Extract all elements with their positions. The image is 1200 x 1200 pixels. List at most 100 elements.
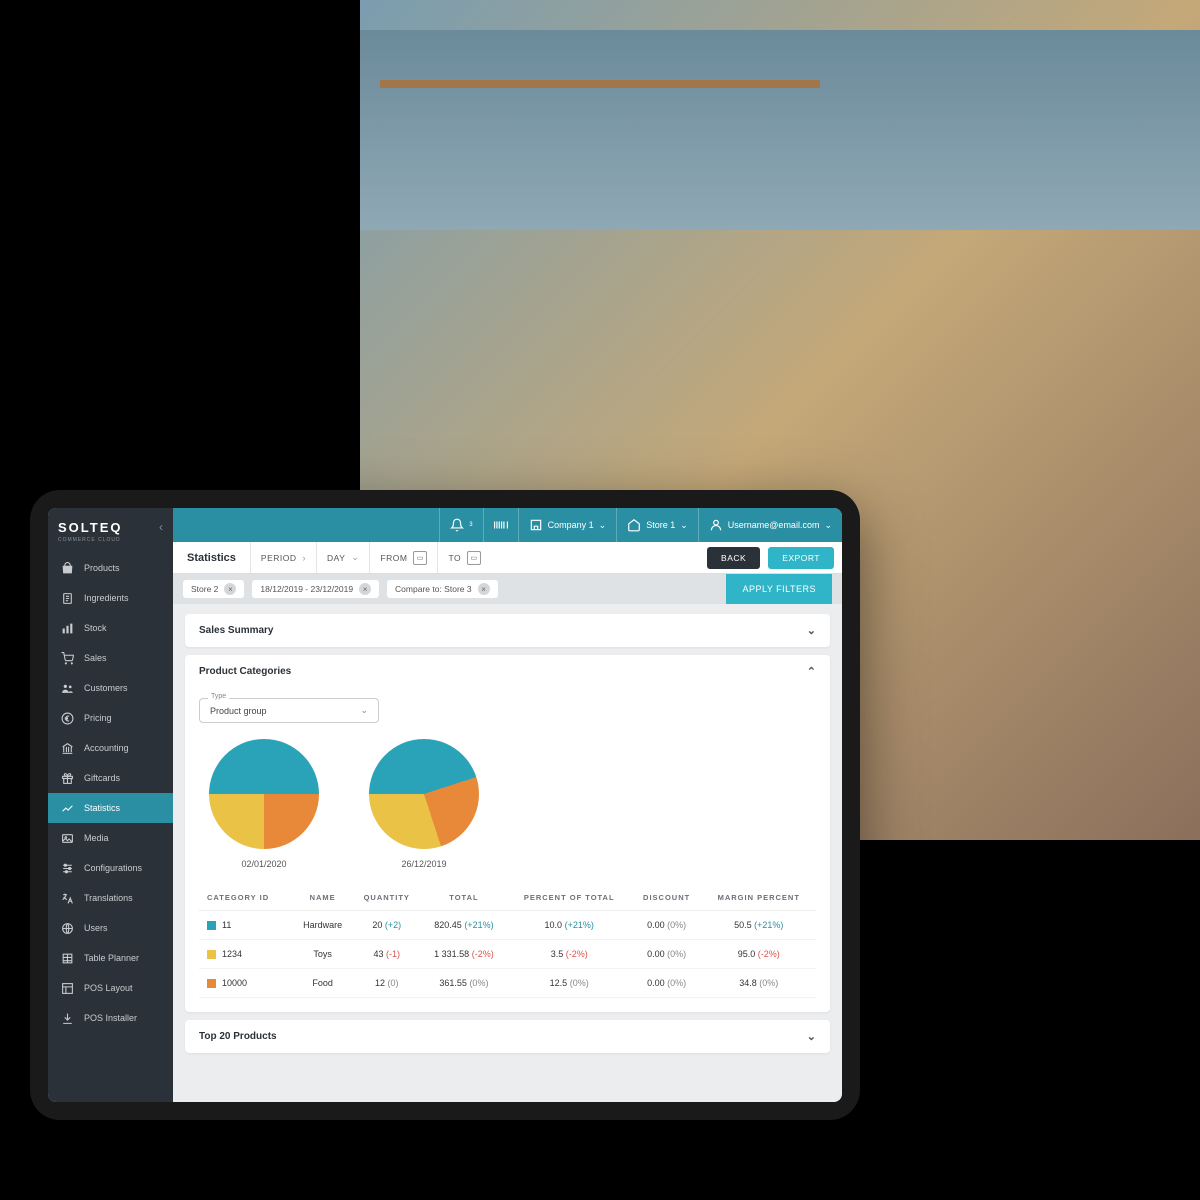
sidebar-item-users[interactable]: Users bbox=[48, 913, 173, 943]
user-icon bbox=[709, 518, 723, 532]
period-filter[interactable]: PERIOD› bbox=[250, 542, 316, 573]
sidebar-item-label: Statistics bbox=[84, 803, 120, 813]
chevron-down-icon: ⌄ bbox=[807, 1030, 816, 1043]
translate-icon bbox=[60, 891, 74, 905]
sidebar-item-label: Products bbox=[84, 563, 120, 573]
type-field-label: Type bbox=[208, 693, 229, 700]
sidebar-item-accounting[interactable]: Accounting bbox=[48, 733, 173, 763]
to-date-filter[interactable]: TO▭ bbox=[437, 542, 491, 573]
type-selector[interactable]: Type Product group ⌄ bbox=[199, 698, 379, 723]
sidebar-item-table-planner[interactable]: Table Planner bbox=[48, 943, 173, 973]
filter-bar: Statistics PERIOD› DAY⌄ FROM▭ TO▭ BACK E… bbox=[173, 542, 842, 574]
page-title: Statistics bbox=[173, 552, 250, 564]
brand-block: SOLTEQ COMMERCE CLOUD ‹ bbox=[48, 508, 173, 553]
table-row[interactable]: 11Hardware20 (+2)820.45 (+21%)10.0 (+21%… bbox=[199, 911, 816, 940]
sidebar-item-pricing[interactable]: Pricing bbox=[48, 703, 173, 733]
chevron-down-icon: ⌄ bbox=[824, 520, 832, 531]
sidebar-item-sales[interactable]: Sales bbox=[48, 643, 173, 673]
sidebar-item-label: Sales bbox=[84, 653, 107, 663]
sidebar: SOLTEQ COMMERCE CLOUD ‹ Products Ingredie… bbox=[48, 508, 173, 1102]
pie-date-label: 26/12/2019 bbox=[369, 859, 479, 869]
sidebar-item-media[interactable]: Media bbox=[48, 823, 173, 853]
pie-chart: 02/01/2020 bbox=[209, 739, 319, 869]
col-percent: PERCENT OF TOTAL bbox=[507, 885, 632, 911]
store-selector[interactable]: Store 1 ⌄ bbox=[616, 508, 698, 542]
day-filter[interactable]: DAY⌄ bbox=[316, 542, 369, 573]
sidebar-item-pos-layout[interactable]: POS Layout bbox=[48, 973, 173, 1003]
globe-icon bbox=[60, 921, 74, 935]
company-label: Company 1 bbox=[548, 520, 594, 530]
sidebar-item-label: Pricing bbox=[84, 713, 112, 723]
barcode-icon bbox=[494, 518, 508, 532]
chevron-down-icon: ⌄ bbox=[360, 705, 368, 716]
sidebar-item-ingredients[interactable]: Ingredients bbox=[48, 583, 173, 613]
filter-chip-daterange: 18/12/2019 - 23/12/2019 × bbox=[252, 580, 379, 598]
export-button[interactable]: EXPORT bbox=[768, 547, 834, 569]
sidebar-item-label: Table Planner bbox=[84, 953, 139, 963]
bag-icon bbox=[60, 561, 74, 575]
tablet-frame: SOLTEQ COMMERCE CLOUD ‹ Products Ingredie… bbox=[30, 490, 860, 1120]
chevron-down-icon: ⌄ bbox=[599, 520, 607, 531]
sidebar-item-label: POS Installer bbox=[84, 1013, 137, 1023]
sidebar-item-pos-installer[interactable]: POS Installer bbox=[48, 1003, 173, 1033]
sidebar-item-stock[interactable]: Stock bbox=[48, 613, 173, 643]
sidebar-item-translations[interactable]: Translations bbox=[48, 883, 173, 913]
barcode-button[interactable] bbox=[483, 508, 518, 542]
product-categories-card: Product Categories ⌃ Type Product group … bbox=[185, 655, 830, 1012]
pie-chart: 26/12/2019 bbox=[369, 739, 479, 869]
chevron-down-icon: ⌄ bbox=[807, 624, 816, 637]
sidebar-collapse-icon[interactable]: ‹ bbox=[159, 520, 163, 534]
sidebar-item-configurations[interactable]: Configurations bbox=[48, 853, 173, 883]
sales-summary-toggle[interactable]: Sales Summary ⌄ bbox=[185, 614, 830, 647]
filter-chip-compare: Compare to: Store 3 × bbox=[387, 580, 498, 598]
sidebar-item-giftcards[interactable]: Giftcards bbox=[48, 763, 173, 793]
table-row[interactable]: 10000Food12 (0)361.55 (0%)12.5 (0%)0.00 … bbox=[199, 969, 816, 998]
top20-toggle[interactable]: Top 20 Products ⌄ bbox=[185, 1020, 830, 1053]
remove-chip-icon[interactable]: × bbox=[478, 583, 490, 595]
sidebar-item-label: Translations bbox=[84, 893, 133, 903]
sidebar-item-label: POS Layout bbox=[84, 983, 133, 993]
notification-count: 3 bbox=[469, 522, 472, 528]
sidebar-item-label: Customers bbox=[84, 683, 128, 693]
sidebar-item-label: Configurations bbox=[84, 863, 142, 873]
remove-chip-icon[interactable]: × bbox=[359, 583, 371, 595]
product-categories-toggle[interactable]: Product Categories ⌃ bbox=[185, 655, 830, 688]
sidebar-item-products[interactable]: Products bbox=[48, 553, 173, 583]
sidebar-item-statistics[interactable]: Statistics bbox=[48, 793, 173, 823]
chevron-down-icon: ⌄ bbox=[680, 520, 688, 531]
brand-tagline: COMMERCE CLOUD bbox=[58, 537, 122, 543]
sales-summary-card: Sales Summary ⌄ bbox=[185, 614, 830, 647]
install-icon bbox=[60, 1011, 74, 1025]
col-name: NAME bbox=[293, 885, 353, 911]
notifications-button[interactable]: 3 bbox=[439, 508, 482, 542]
col-discount: DISCOUNT bbox=[632, 885, 702, 911]
brand-name: SOLTEQ bbox=[58, 520, 122, 535]
company-selector[interactable]: Company 1 ⌄ bbox=[518, 508, 617, 542]
store-label: Store 1 bbox=[646, 520, 675, 530]
sliders-icon bbox=[60, 861, 74, 875]
remove-chip-icon[interactable]: × bbox=[224, 583, 236, 595]
content-scroll[interactable]: Sales Summary ⌄ Product Categories ⌃ Typ… bbox=[173, 604, 842, 1102]
back-button[interactable]: BACK bbox=[707, 547, 760, 569]
table-row[interactable]: 1234Toys43 (-1)1 331.58 (-2%)3.5 (-2%)0.… bbox=[199, 940, 816, 969]
building-icon bbox=[529, 518, 543, 532]
col-margin: MARGIN PERCENT bbox=[702, 885, 816, 911]
type-value: Product group bbox=[210, 706, 267, 716]
sidebar-item-label: Ingredients bbox=[84, 593, 129, 603]
cart-icon bbox=[60, 651, 74, 665]
from-date-filter[interactable]: FROM▭ bbox=[369, 542, 437, 573]
chevron-up-icon: ⌃ bbox=[807, 665, 816, 678]
sidebar-item-label: Users bbox=[84, 923, 108, 933]
bars-icon bbox=[60, 621, 74, 635]
apply-filters-button[interactable]: APPLY FILTERS bbox=[726, 574, 832, 604]
sidebar-nav: Products Ingredients Stock Sales Customers Pr… bbox=[48, 553, 173, 1102]
gift-icon bbox=[60, 771, 74, 785]
user-menu[interactable]: Username@email.com ⌄ bbox=[698, 508, 842, 542]
calendar-icon: ▭ bbox=[467, 551, 481, 565]
topbar: 3 Company 1 ⌄ bbox=[173, 508, 842, 542]
sidebar-item-label: Stock bbox=[84, 623, 107, 633]
top20-card: Top 20 Products ⌄ bbox=[185, 1020, 830, 1053]
col-total: TOTAL bbox=[421, 885, 507, 911]
sidebar-item-customers[interactable]: Customers bbox=[48, 673, 173, 703]
col-quantity: QUANTITY bbox=[352, 885, 421, 911]
